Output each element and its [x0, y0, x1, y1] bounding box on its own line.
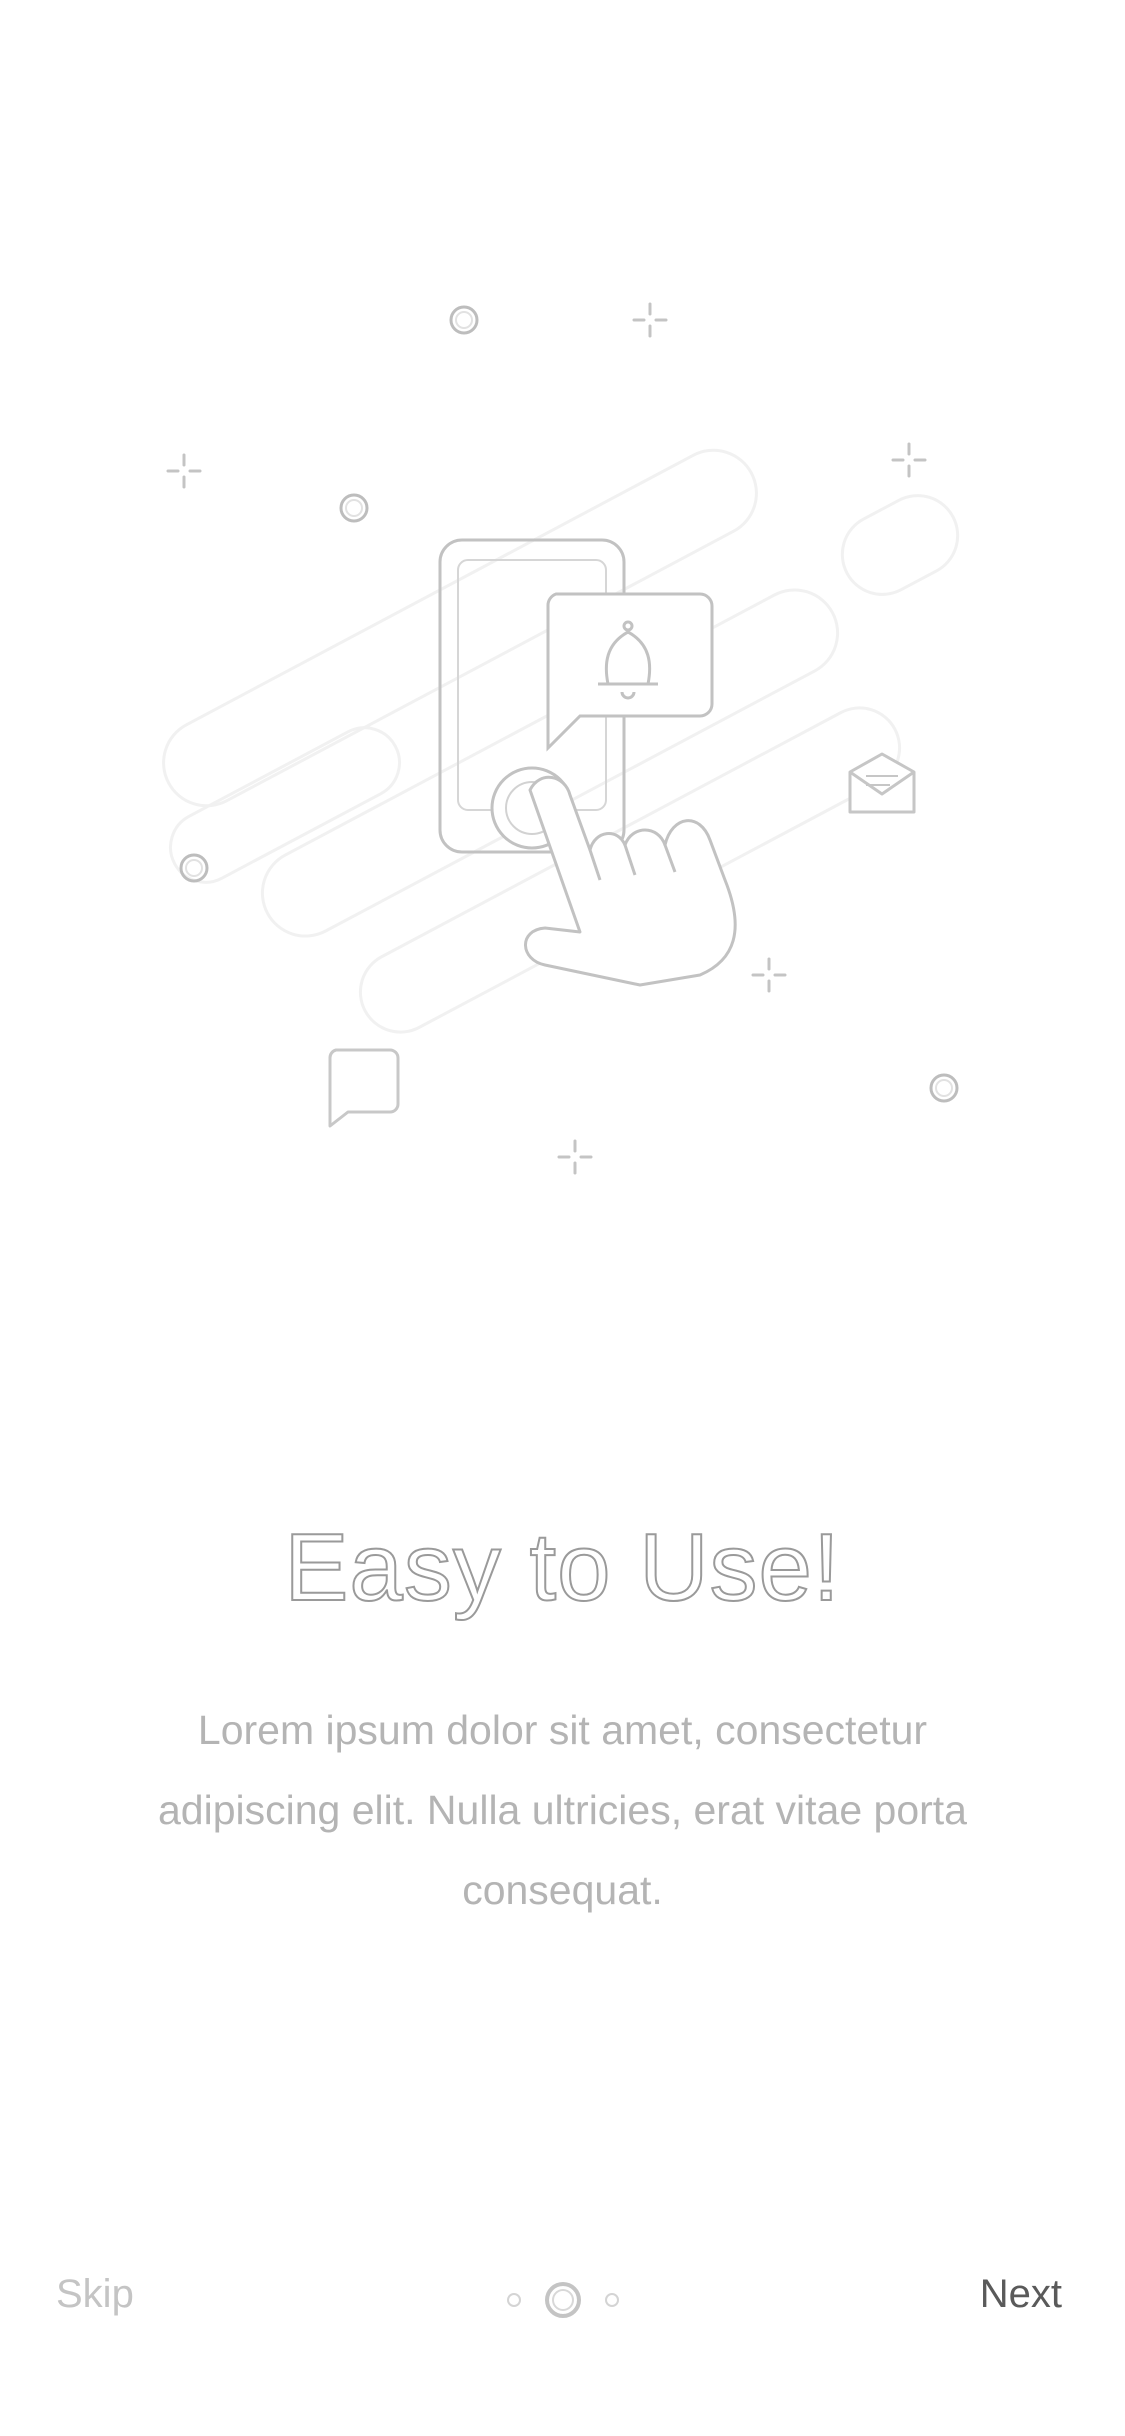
sparkle-icon	[751, 957, 787, 993]
bell-notification-icon	[546, 592, 714, 752]
onboarding-description: Lorem ipsum dolor sit amet, consectetur …	[158, 1707, 967, 1913]
sparkle-icon	[891, 442, 927, 478]
ring-icon	[929, 1073, 959, 1103]
envelope-icon	[848, 752, 916, 814]
sparkle-icon	[632, 302, 668, 338]
page-dot-3[interactable]	[604, 2293, 619, 2307]
ring-icon	[179, 853, 209, 883]
next-button[interactable]: Next	[980, 2272, 1062, 2317]
sparkle-icon	[166, 453, 202, 489]
onboarding-illustration	[0, 0, 1125, 1250]
ring-icon	[449, 305, 479, 335]
page-dot-1[interactable]	[506, 2293, 521, 2307]
sparkle-icon	[557, 1139, 593, 1175]
page-indicator	[0, 2275, 1125, 2325]
chat-bubble-icon	[328, 1048, 400, 1128]
onboarding-title: Easy to Use!	[283, 1513, 841, 1622]
ring-icon	[339, 493, 369, 523]
tapping-hand-icon	[524, 775, 737, 987]
page-dot-2-active[interactable]	[544, 2282, 581, 2318]
